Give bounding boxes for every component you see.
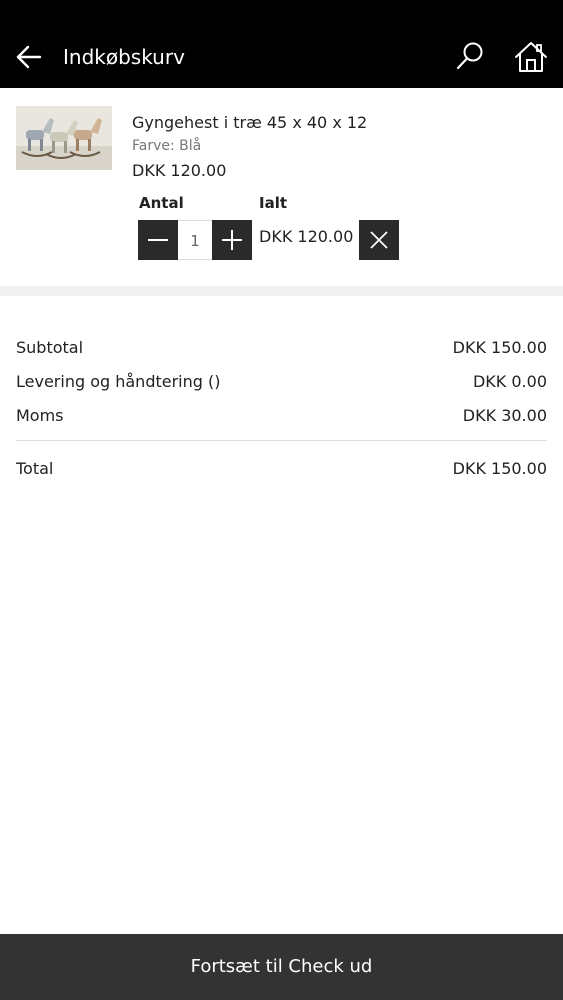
summary-label: Subtotal	[16, 338, 84, 357]
total-value: DKK 150.00	[452, 459, 547, 478]
line-total-label: Ialt	[259, 194, 288, 212]
section-divider	[0, 286, 563, 296]
increase-quantity-button[interactable]	[212, 220, 252, 260]
line-total-value: DKK 120.00	[259, 227, 354, 246]
search-icon[interactable]	[454, 40, 486, 72]
minus-icon	[148, 239, 168, 241]
plus-icon	[222, 230, 242, 250]
decrease-quantity-button[interactable]	[138, 220, 178, 260]
quantity-input[interactable]: 1	[178, 220, 212, 260]
quantity-stepper: 1	[138, 220, 252, 260]
summary-value: DKK 30.00	[462, 406, 547, 425]
summary-row-vat: Moms DKK 30.00	[16, 404, 547, 428]
product-thumbnail[interactable]	[16, 106, 112, 170]
summary-label: Levering og håndtering ()	[16, 372, 221, 391]
checkout-button[interactable]: Fortsæt til Check ud	[0, 934, 563, 1000]
app-header: Indkøbskurv	[0, 0, 563, 88]
product-variant: Farve: Blå	[132, 138, 202, 154]
close-icon	[370, 231, 388, 249]
back-arrow-icon[interactable]	[14, 42, 44, 72]
product-unit-price: DKK 120.00	[132, 161, 227, 180]
summary-value: DKK 0.00	[472, 372, 547, 391]
cart-item: Gyngehest i træ 45 x 40 x 12 Farve: Blå …	[0, 88, 563, 286]
cart-page: Indkøbskurv Gyngehest i træ 45 x 40 x 12…	[0, 0, 563, 1000]
quantity-label: Antal	[139, 194, 184, 212]
home-icon[interactable]	[513, 40, 549, 74]
page-title: Indkøbskurv	[63, 45, 185, 69]
remove-item-button[interactable]	[359, 220, 399, 260]
summary-row-subtotal: Subtotal DKK 150.00	[16, 336, 547, 360]
total-label: Total	[16, 459, 54, 478]
summary-value: DKK 150.00	[452, 338, 547, 357]
summary-row-total: Total DKK 150.00	[16, 457, 547, 481]
summary-label: Moms	[16, 406, 64, 425]
product-name[interactable]: Gyngehest i træ 45 x 40 x 12	[132, 112, 367, 134]
summary-divider	[16, 440, 547, 441]
summary-row-shipping: Levering og håndtering () DKK 0.00	[16, 370, 547, 394]
